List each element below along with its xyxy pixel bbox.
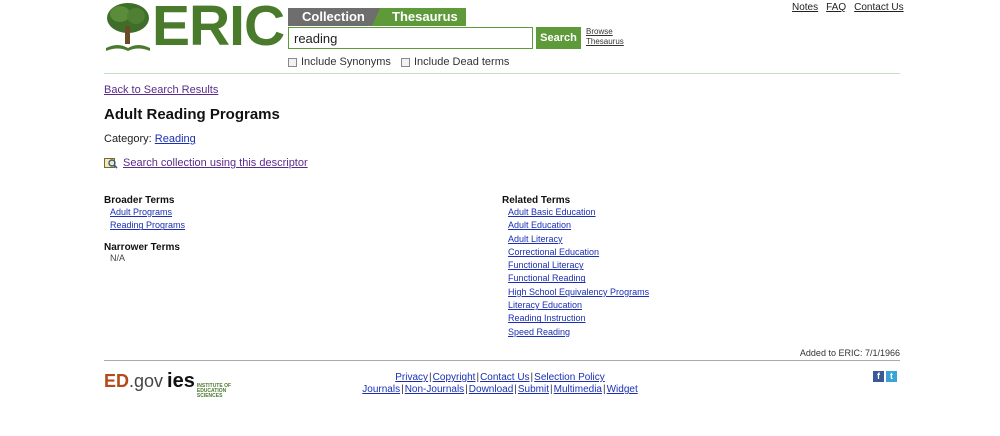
include-synonyms-checkbox[interactable]: Include Synonyms (288, 56, 391, 68)
related-terms-list: Adult Basic Education Adult Education Ad… (502, 206, 649, 339)
related-term-link[interactable]: Functional Reading (508, 272, 649, 285)
category: Category: Reading (104, 133, 196, 145)
non-journals-link[interactable]: Non-Journals (405, 384, 464, 395)
journals-link[interactable]: Journals (362, 384, 400, 395)
broader-term-link[interactable]: Adult Programs (110, 206, 185, 219)
related-term-link[interactable]: High School Equivalency Programs (508, 286, 649, 299)
copyright-link[interactable]: Copyright (433, 372, 476, 383)
browse-line-2: Thesaurus (586, 37, 624, 46)
footer-row-1: Privacy|Copyright|Contact Us|Selection P… (395, 372, 605, 383)
related-term-link[interactable]: Adult Literacy (508, 233, 649, 246)
page-title: Adult Reading Programs (104, 106, 280, 123)
top-nav: Notes FAQ Contact Us (792, 2, 904, 13)
added-date: Added to ERIC: 7/1/1966 (799, 348, 900, 358)
include-synonyms-label: Include Synonyms (301, 56, 391, 68)
gov-logo-text: .gov (129, 371, 164, 391)
broader-terms-heading: Broader Terms (104, 195, 175, 206)
related-term-link[interactable]: Reading Instruction (508, 312, 649, 325)
search-descriptor: Search collection using this descriptor (104, 157, 308, 169)
related-term-link[interactable]: Adult Basic Education (508, 206, 649, 219)
search-descriptor-link[interactable]: Search collection using this descriptor (123, 157, 308, 169)
broader-terms-list: Adult Programs Reading Programs (104, 206, 185, 233)
ies-logo-text: ies (167, 370, 195, 392)
submit-link[interactable]: Submit (518, 384, 549, 395)
category-link[interactable]: Reading (155, 133, 196, 145)
footer-row-2: Journals|Non-Journals|Download|Submit|Mu… (362, 384, 638, 395)
search-input[interactable] (288, 27, 533, 49)
ies-subtitle: INSTITUTE OF EDUCATION SCIENCES (196, 383, 232, 399)
widget-link[interactable]: Widget (607, 384, 638, 395)
twitter-icon[interactable]: t (886, 371, 897, 382)
related-terms-section: Related Terms Adult Basic Education Adul… (502, 195, 649, 339)
narrower-terms-heading: Narrower Terms (104, 242, 180, 253)
privacy-link[interactable]: Privacy (395, 372, 428, 383)
logo-wordmark: ERIC (152, 0, 285, 58)
header-divider (104, 73, 900, 74)
selection-policy-link[interactable]: Selection Policy (534, 372, 605, 383)
ed-logo-text: ED (104, 371, 130, 391)
include-dead-terms-label: Include Dead terms (414, 56, 510, 68)
checkbox-box[interactable] (288, 57, 297, 67)
narrower-terms-section: Narrower Terms N/A (104, 242, 180, 263)
search-button[interactable]: Search (536, 27, 581, 49)
footer-contact-link[interactable]: Contact Us (480, 372, 529, 383)
related-term-link[interactable]: Adult Education (508, 219, 649, 232)
facebook-icon[interactable]: f (873, 371, 884, 382)
category-label: Category: (104, 133, 152, 145)
narrower-terms-value: N/A (110, 253, 126, 263)
contact-us-link[interactable]: Contact Us (854, 2, 903, 13)
tree-icon (106, 3, 150, 51)
tab-thesaurus[interactable]: Thesaurus (372, 8, 466, 26)
related-term-link[interactable]: Speed Reading (508, 326, 649, 339)
edgov-ies-logo[interactable]: ED .gov ies INSTITUTE OF EDUCATION SCIEN… (104, 370, 249, 399)
broader-term-link[interactable]: Reading Programs (110, 219, 185, 232)
related-terms-heading: Related Terms (502, 195, 571, 206)
browse-thesaurus-link[interactable]: Browse Thesaurus (586, 27, 624, 47)
browse-line-1: Browse (586, 27, 613, 36)
download-link[interactable]: Download (469, 384, 513, 395)
checkbox-box[interactable] (401, 57, 410, 67)
social-links: f t (873, 371, 897, 382)
tab-collection[interactable]: Collection (288, 8, 380, 26)
related-term-link[interactable]: Functional Literacy (508, 259, 649, 272)
eric-logo[interactable]: ERIC (103, 0, 285, 56)
faq-link[interactable]: FAQ (826, 2, 846, 13)
related-term-link[interactable]: Correctional Education (508, 246, 649, 259)
include-dead-terms-checkbox[interactable]: Include Dead terms (401, 56, 509, 68)
footer-divider (104, 360, 900, 361)
notes-link[interactable]: Notes (792, 2, 818, 13)
multimedia-link[interactable]: Multimedia (554, 384, 602, 395)
search-collection-icon (104, 158, 118, 169)
back-to-results-link[interactable]: Back to Search Results (104, 84, 218, 96)
footer-links: Privacy|Copyright|Contact Us|Selection P… (330, 372, 670, 396)
broader-terms-section: Broader Terms Adult Programs Reading Pro… (104, 195, 185, 233)
related-term-link[interactable]: Literacy Education (508, 299, 649, 312)
